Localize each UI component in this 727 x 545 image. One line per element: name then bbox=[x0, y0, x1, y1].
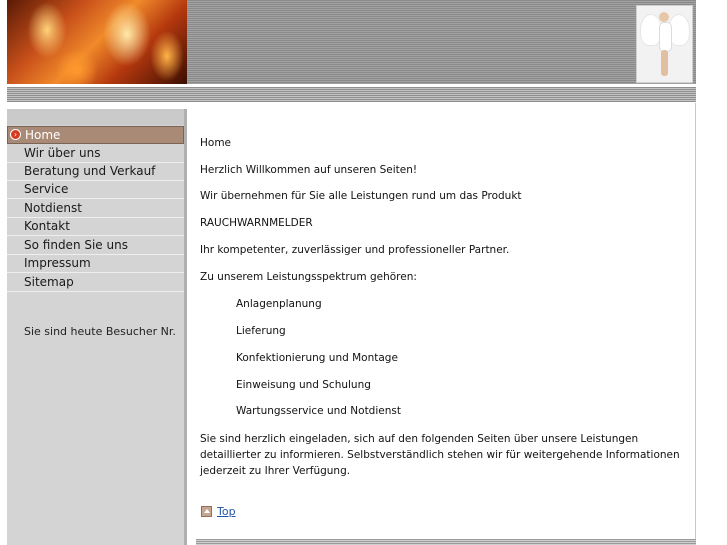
sidebar-item-impressum[interactable]: Impressum bbox=[7, 255, 184, 273]
header-banner bbox=[187, 0, 696, 84]
sidebar-item-label: Beratung und Verkauf bbox=[24, 164, 156, 178]
sidebar-item-sitemap[interactable]: Sitemap bbox=[7, 274, 184, 292]
sidebar-item-label: Impressum bbox=[24, 256, 91, 270]
sidebar-item-label: Wir über uns bbox=[24, 146, 101, 160]
service-list-item: Anlagenplanung bbox=[236, 298, 322, 310]
sidebar-item-label: Service bbox=[24, 182, 69, 196]
service-list-item: Lieferung bbox=[236, 325, 286, 337]
closing-paragraph: Sie sind herzlich eingeladen, sich auf d… bbox=[200, 433, 680, 477]
product-text: RAUCHWARNMELDER bbox=[200, 217, 313, 229]
sidebar-item-notdienst[interactable]: Notdienst bbox=[7, 200, 184, 218]
footer-divider-band bbox=[196, 539, 696, 545]
sidebar-item-beratung-und-verkauf[interactable]: Beratung und Verkauf bbox=[7, 163, 184, 181]
sidebar-item-label: Home bbox=[25, 128, 61, 142]
sidebar-item-service[interactable]: Service bbox=[7, 181, 184, 199]
header-divider-band bbox=[7, 87, 696, 102]
sidebar-item-label: Kontakt bbox=[24, 219, 70, 233]
sidebar-item-home[interactable]: › Home bbox=[7, 126, 184, 144]
bullet-arrow-icon: › bbox=[10, 129, 21, 140]
spectrum-intro-text: Zu unserem Leistungsspektrum gehören: bbox=[200, 271, 417, 283]
service-list-item: Einweisung und Schulung bbox=[236, 379, 371, 391]
back-to-top[interactable]: Top bbox=[201, 505, 236, 518]
sidebar-item-wir-ueber-uns[interactable]: Wir über uns bbox=[7, 145, 184, 163]
sidebar-item-kontakt[interactable]: Kontakt bbox=[7, 218, 184, 236]
welcome-text: Herzlich Willkommen auf unseren Seiten! bbox=[200, 164, 418, 176]
sidebar-header-strip bbox=[7, 109, 184, 125]
sidebar-item-so-finden-sie-uns[interactable]: So finden Sie uns bbox=[7, 237, 184, 255]
arrow-up-icon[interactable] bbox=[201, 506, 212, 517]
services-intro-text: Wir übernehmen für Sie alle Leistungen r… bbox=[200, 190, 522, 202]
service-list-item: Wartungsservice und Notdienst bbox=[236, 405, 401, 417]
service-list-item: Konfektionierung und Montage bbox=[236, 352, 398, 364]
page-title: Home bbox=[200, 137, 232, 149]
angel-head bbox=[659, 12, 669, 22]
angel-image bbox=[636, 5, 693, 83]
top-link[interactable]: Top bbox=[217, 505, 236, 518]
sidebar-item-label: So finden Sie uns bbox=[24, 238, 128, 252]
partner-text: Ihr kompetenter, zuverlässiger und profe… bbox=[200, 244, 510, 256]
angel-legs bbox=[661, 50, 668, 76]
main-content: Home Herzlich Willkommen auf unseren Sei… bbox=[187, 103, 696, 539]
page: › Home Wir über uns Beratung und Verkauf… bbox=[0, 0, 727, 545]
sidebar: › Home Wir über uns Beratung und Verkauf… bbox=[7, 109, 187, 545]
sidebar-item-label: Notdienst bbox=[24, 201, 82, 215]
sidebar-item-label: Sitemap bbox=[24, 275, 74, 289]
flames-banner-image bbox=[7, 0, 187, 84]
visitor-counter-text: Sie sind heute Besucher Nr. bbox=[24, 325, 176, 338]
angel-body bbox=[659, 22, 672, 52]
